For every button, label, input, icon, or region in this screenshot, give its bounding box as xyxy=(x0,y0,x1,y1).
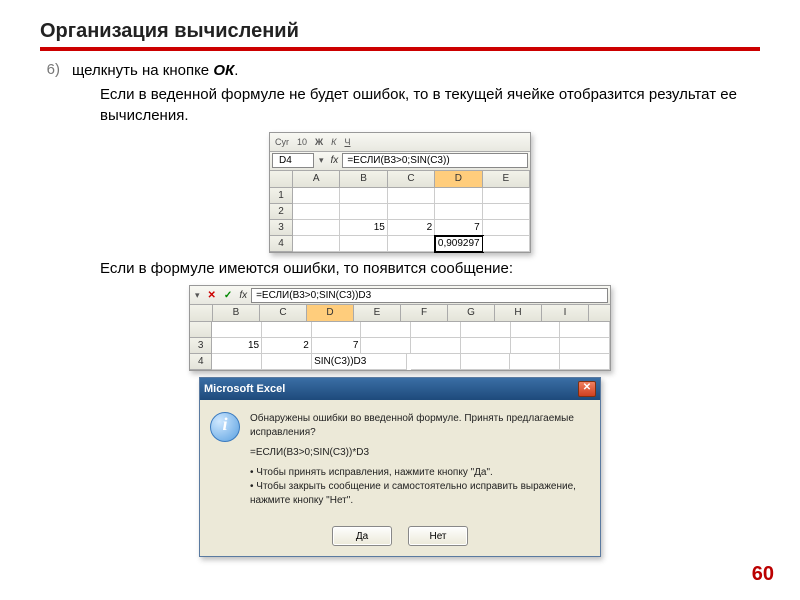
col-c[interactable]: C xyxy=(388,171,435,187)
row-2[interactable]: 2 xyxy=(270,204,293,220)
col-f[interactable]: F xyxy=(401,305,448,321)
cell-d4[interactable]: 0,909297 xyxy=(435,236,482,252)
dialog-message: Обнаружены ошибки во введенной формуле. … xyxy=(250,412,590,508)
formula-bar-2[interactable]: =ЕСЛИ(B3>0;SIN(C3))D3 xyxy=(251,288,608,303)
row-3[interactable]: 3 xyxy=(270,220,293,236)
bold-icon: Ж xyxy=(312,137,326,147)
row-1[interactable]: 1 xyxy=(270,188,293,204)
dropdown-icon[interactable]: ▾ xyxy=(316,155,327,166)
body-line-3: Если в формуле имеются ошибки, то появит… xyxy=(100,259,760,279)
dialog-bullet-1: • Чтобы принять исправления, нажмите кно… xyxy=(250,466,590,480)
col-d[interactable]: D xyxy=(435,171,482,187)
col-h[interactable]: H xyxy=(495,305,542,321)
font-name: Cyr xyxy=(272,137,292,147)
dialog-msg-formula: =ЕСЛИ(B3>0;SIN(C3))*D3 xyxy=(250,446,590,460)
fx-icon[interactable]: fx xyxy=(329,155,341,166)
cell2-b3[interactable]: 15 xyxy=(212,338,262,354)
list-number: 6) xyxy=(40,61,60,78)
error-dialog: Microsoft Excel ✕ Обнаружены ошибки во в… xyxy=(199,377,601,557)
excel-snippet-1: Cyr 10 Ж К Ч D4 ▾ fx =ЕСЛИ(B3>0;SIN(C3))… xyxy=(269,132,531,253)
dialog-title-text: Microsoft Excel xyxy=(204,383,285,395)
italic-icon: К xyxy=(328,137,339,147)
row-4[interactable]: 4 xyxy=(270,236,293,252)
title-underline xyxy=(40,47,760,51)
col-b[interactable]: B xyxy=(213,305,260,321)
col-e[interactable]: E xyxy=(483,171,530,187)
cancel-icon[interactable]: ✕ xyxy=(205,290,219,301)
row-4b[interactable]: 4 xyxy=(190,354,212,370)
cell-d3[interactable]: 7 xyxy=(435,220,482,236)
ok-label: ОК xyxy=(213,62,234,79)
formula-bar[interactable]: =ЕСЛИ(B3>0;SIN(C3)) xyxy=(342,153,528,168)
col-b[interactable]: B xyxy=(340,171,387,187)
underline-icon: Ч xyxy=(341,137,353,147)
font-size: 10 xyxy=(294,137,310,147)
cell-c3[interactable]: 2 xyxy=(388,220,435,236)
col-c[interactable]: C xyxy=(260,305,307,321)
dialog-titlebar: Microsoft Excel ✕ xyxy=(200,378,600,400)
excel-snippet-2: ▾ ✕ ✓ fx =ЕСЛИ(B3>0;SIN(C3))D3 B C D E F… xyxy=(189,285,611,371)
yes-button[interactable]: Да xyxy=(332,526,392,546)
name-box[interactable]: D4 xyxy=(272,153,314,168)
dialog-msg-1: Обнаружены ошибки во введенной формуле. … xyxy=(250,412,590,440)
body-line-1a: щелкнуть на кнопке xyxy=(72,62,213,79)
column-headers-2: B C D E F G H I xyxy=(190,305,610,322)
toolbar-row-partial: Cyr 10 Ж К Ч xyxy=(270,133,530,152)
no-button[interactable]: Нет xyxy=(408,526,468,546)
row-3b[interactable]: 3 xyxy=(190,338,212,354)
cell-b3[interactable]: 15 xyxy=(340,220,387,236)
dialog-bullet-2: • Чтобы закрыть сообщение и самостоятель… xyxy=(250,480,590,508)
col-d[interactable]: D xyxy=(307,305,354,321)
body-line-2: Если в веденной формуле не будет ошибок,… xyxy=(100,85,760,126)
fx-icon[interactable]: fx xyxy=(237,290,249,301)
slide-title: Организация вычислений xyxy=(40,20,760,43)
column-headers: A B C D E xyxy=(270,171,530,188)
close-icon[interactable]: ✕ xyxy=(578,381,596,397)
page-number: 60 xyxy=(752,563,774,586)
cell2-c3[interactable]: 2 xyxy=(262,338,312,354)
info-icon xyxy=(210,412,240,442)
body-line-1: щелкнуть на кнопке ОК. xyxy=(72,61,238,81)
col-e[interactable]: E xyxy=(354,305,401,321)
col-g[interactable]: G xyxy=(448,305,495,321)
enter-icon[interactable]: ✓ xyxy=(221,290,235,301)
dropdown-icon[interactable]: ▾ xyxy=(192,290,203,301)
cell2-d3[interactable]: 7 xyxy=(312,338,362,354)
cell2-d4[interactable]: SIN(C3))D3 xyxy=(312,354,407,370)
col-a[interactable]: A xyxy=(293,171,340,187)
col-i[interactable]: I xyxy=(542,305,589,321)
